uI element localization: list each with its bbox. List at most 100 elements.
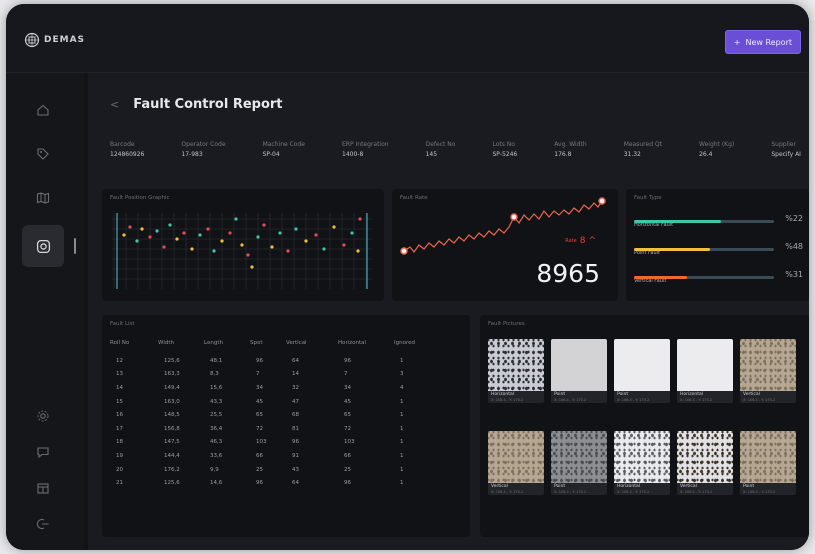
info-label: Barcode: [110, 141, 135, 148]
table-cell: 33,6: [210, 452, 223, 459]
fault-type-value: %22: [785, 214, 803, 223]
sidebar-item-map[interactable]: [30, 185, 56, 211]
info-label: Weight (Kg): [699, 141, 735, 148]
table-row[interactable]: 16 148,5 25,5 65 68 65 1: [110, 408, 434, 422]
table-cell: 96: [256, 480, 263, 487]
fault-position-graphic: [112, 213, 372, 289]
fault-picture[interactable]: Point X: 106.4 - Y: 170.2: [740, 431, 796, 495]
fault-image: [614, 431, 670, 483]
table-cell: 91: [292, 452, 299, 459]
sidebar-item-logout[interactable]: [30, 511, 56, 537]
chat-icon: [37, 447, 49, 459]
fault-total: 8965: [536, 259, 600, 288]
column-header: Width: [158, 340, 174, 346]
new-report-label: New Report: [745, 37, 792, 47]
table-cell: 163,3: [164, 371, 180, 378]
info-field: Lots No SP-5246: [493, 141, 518, 158]
table-cell: 15: [116, 398, 123, 405]
fault-picture[interactable]: Vertical X: 106.4 - Y: 170.2: [740, 339, 796, 403]
fault-picture[interactable]: Point X: 106.4 - Y: 170.2: [551, 431, 607, 495]
table-cell: 34: [256, 384, 263, 391]
sidebar-item-settings[interactable]: [30, 403, 56, 429]
fault-image: [740, 339, 796, 391]
info-label: Lots No: [492, 141, 515, 148]
table-row[interactable]: 15 163,0 43,3 45 47 45 1: [110, 395, 434, 409]
info-field: Operator Code 17-983: [181, 141, 225, 158]
fault-picture[interactable]: Horizontal X: 106.4 - Y: 170.2: [614, 431, 670, 495]
table-cell: 103: [344, 439, 355, 446]
table-cell: 96: [344, 480, 351, 487]
table-row[interactable]: 18 147,5 46,3 103 96 103 1: [110, 436, 434, 450]
sidebar-item-fault-control[interactable]: [22, 225, 64, 267]
fault-picture-coords: X: 106.4 - Y: 170.2: [554, 490, 587, 494]
table-cell: 9,9: [210, 466, 219, 473]
table-cell: 1: [400, 398, 404, 405]
fault-type-item: Horizontal Fault %22: [634, 211, 803, 231]
logo-icon: [24, 32, 40, 48]
fault-image: [551, 431, 607, 483]
rate-label: Rate: [565, 238, 577, 244]
table-cell: 125,6: [164, 480, 180, 487]
fault-picture-coords: X: 106.4 - Y: 170.2: [617, 490, 650, 494]
fault-picture[interactable]: Point X: 106.4 - Y: 170.2: [551, 339, 607, 403]
table-cell: 81: [292, 425, 299, 432]
fault-picture[interactable]: Horizontal X: 106.4 - Y: 170.2: [677, 339, 733, 403]
fault-picture[interactable]: Horizontal X: 106.4 - Y: 170.2: [488, 339, 544, 403]
table-cell: 1: [400, 466, 404, 473]
column-header: Spot: [250, 340, 263, 346]
fault-picture[interactable]: Point X: 106.4 - Y: 170.2: [614, 339, 670, 403]
table-cell: 1: [400, 452, 404, 459]
fault-type-title: Fault Type: [634, 195, 662, 201]
column-header: Horizontal: [338, 340, 367, 346]
table-row[interactable]: 14 149,4 15,6 34 32 34 4: [110, 381, 434, 395]
new-report-button[interactable]: + New Report: [724, 30, 801, 54]
table-cell: 149,4: [164, 384, 180, 391]
info-label: Defect No: [425, 141, 456, 148]
fault-type-panel: Fault Type Horizontal Fault %22 Point Faul…: [626, 189, 809, 301]
fault-type-bar: [634, 248, 774, 251]
camera-icon: [36, 239, 50, 253]
info-field: Measured Qt 31.32: [624, 141, 662, 158]
fault-picture-label: Horizontal: [617, 484, 640, 489]
table-cell: 8,3: [210, 371, 219, 378]
table-cell: 12: [116, 357, 123, 364]
table-row[interactable]: 17 156,8 36,4 72 81 72 1: [110, 422, 434, 436]
sidebar-item-support[interactable]: [30, 439, 56, 465]
table-row[interactable]: 19 144,4 33,6 66 91 66 1: [110, 449, 434, 463]
table-row[interactable]: 12 125,6 48,1 96 64 96 1: [110, 354, 434, 368]
fault-picture-coords: X: 106.4 - Y: 170.2: [491, 398, 524, 402]
sidebar-item-home[interactable]: [30, 97, 56, 123]
sidebar-item-tag[interactable]: [30, 141, 56, 167]
table-row[interactable]: 13 163,3 8,3 7 14 7 3: [110, 368, 434, 382]
table-cell: 14: [292, 371, 299, 378]
logo[interactable]: DEMAS: [24, 32, 85, 48]
table-cell: 3: [400, 371, 404, 378]
table-cell: 1: [400, 425, 404, 432]
info-value: 176.8: [554, 151, 572, 158]
table-cell: 7: [256, 371, 260, 378]
table-cell: 1: [400, 439, 404, 446]
fault-picture[interactable]: Vertical X: 106.4 - Y: 170.2: [488, 431, 544, 495]
table-cell: 19: [116, 452, 123, 459]
back-icon[interactable]: <: [110, 98, 119, 111]
fault-image: [677, 339, 733, 391]
fault-type-item: Vertical Fault %31: [634, 267, 803, 287]
table-row[interactable]: 21 125,6 14,6 96 64 96 1: [110, 476, 434, 490]
sidebar-item-calendar[interactable]: [30, 475, 56, 501]
fault-picture[interactable]: Vertical X: 106.4 - Y: 170.2: [677, 431, 733, 495]
table-cell: 16: [116, 412, 123, 419]
table-cell: 96: [256, 357, 263, 364]
table-cell: 72: [256, 425, 263, 432]
table-cell: 68: [292, 412, 299, 419]
table-row[interactable]: 20 176,2 9,9 25 43 25 1: [110, 463, 434, 477]
top-bar: DEMAS + New Report: [6, 4, 809, 73]
gear-icon: [37, 410, 49, 422]
fault-image: [488, 339, 544, 391]
table-cell: 17: [116, 425, 123, 432]
table-cell: 176,2: [164, 466, 180, 473]
fault-picture-label: Point: [743, 484, 755, 489]
fault-image: [551, 339, 607, 391]
info-label: Avg. Width: [554, 141, 587, 148]
fault-picture-coords: X: 106.4 - Y: 170.2: [617, 398, 650, 402]
arrow-up-icon: ^: [588, 236, 596, 246]
